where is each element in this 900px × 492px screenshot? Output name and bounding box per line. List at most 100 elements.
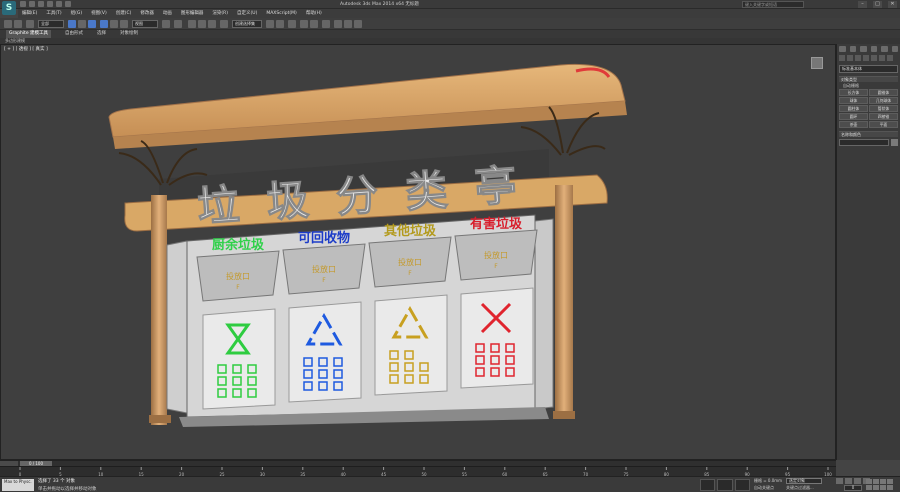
- named-selection-dropdown[interactable]: 创建选择集: [232, 20, 262, 28]
- menu-help[interactable]: 帮助(H): [306, 9, 322, 18]
- viewport-label[interactable]: [ + ] [ 透视 ] [ 真实 ]: [4, 46, 48, 52]
- tab-object-paint[interactable]: 对象绘制: [120, 30, 138, 38]
- pan-icon[interactable]: [873, 485, 879, 490]
- layer-icon[interactable]: [288, 20, 296, 28]
- menu-customize[interactable]: 自定义(U): [237, 9, 257, 18]
- menu-create[interactable]: 创建(C): [116, 9, 132, 18]
- prev-frame-icon[interactable]: [845, 478, 852, 484]
- move-icon[interactable]: [100, 20, 108, 28]
- cameras-icon[interactable]: [863, 55, 869, 61]
- go-start-icon[interactable]: [836, 478, 843, 484]
- menu-rendering[interactable]: 渲染(R): [212, 9, 228, 18]
- torus-button[interactable]: 圆环: [839, 113, 868, 120]
- object-name-field[interactable]: [839, 139, 889, 146]
- rotate-icon[interactable]: [110, 20, 118, 28]
- auto-key-button[interactable]: 自动关键点: [754, 485, 774, 491]
- box-button[interactable]: 长方体: [839, 89, 868, 96]
- zoom-all-icon[interactable]: [873, 479, 879, 484]
- set-key-dropdown[interactable]: 选定对象: [786, 478, 822, 484]
- spacewarps-icon[interactable]: [879, 55, 885, 61]
- menu-animation[interactable]: 动画: [163, 9, 172, 18]
- zoom-icon[interactable]: [866, 479, 872, 484]
- maximize-viewport-icon[interactable]: [887, 485, 893, 490]
- schematic-icon[interactable]: [310, 20, 318, 28]
- play-icon[interactable]: [854, 478, 861, 484]
- app-logo-button[interactable]: S: [2, 1, 16, 15]
- render-frame-icon[interactable]: [344, 20, 352, 28]
- menu-views[interactable]: 视图(V): [91, 9, 107, 18]
- quick-access-toolbar[interactable]: [20, 1, 71, 8]
- sphere-button[interactable]: 球体: [839, 97, 868, 104]
- zoom-extents-icon[interactable]: [880, 479, 886, 484]
- zoom-extents-all-icon[interactable]: [887, 479, 893, 484]
- orbit-icon[interactable]: [880, 485, 886, 490]
- menu-modifiers[interactable]: 修改器: [140, 9, 154, 18]
- menu-graph-editors[interactable]: 图形编辑器: [181, 9, 204, 18]
- key-filters-button[interactable]: 关键点过滤器...: [786, 485, 814, 491]
- pivot-icon[interactable]: [162, 20, 170, 28]
- render-setup-icon[interactable]: [334, 20, 342, 28]
- primitive-category-dropdown[interactable]: 标准基本体: [839, 65, 898, 73]
- menu-tools[interactable]: 工具(T): [46, 9, 61, 18]
- object-type-rollout[interactable]: 对象类型: [839, 76, 898, 82]
- viewcube-icon[interactable]: [811, 57, 823, 69]
- geometry-icon[interactable]: [839, 55, 845, 61]
- hierarchy-tab-icon[interactable]: [860, 46, 867, 52]
- menu-edit[interactable]: 编辑(E): [22, 9, 37, 18]
- rect-selection-icon[interactable]: [88, 20, 96, 28]
- geosphere-button[interactable]: 几何球体: [869, 97, 898, 104]
- tab-freeform[interactable]: 自由形式: [65, 30, 83, 38]
- modify-tab-icon[interactable]: [849, 46, 856, 52]
- snap-icon[interactable]: [188, 20, 196, 28]
- menu-maxscript[interactable]: MAXScript(M): [266, 9, 297, 18]
- track-bar[interactable]: 0 5 10 15 20 25 30 35 40 45 50 55 60 65 70 75 80 85 90 95 10…: [0, 466, 836, 477]
- edit-named-sel-icon[interactable]: [220, 20, 228, 28]
- menu-group[interactable]: 组(G): [71, 9, 83, 18]
- reference-coord-dropdown[interactable]: 视图: [132, 20, 158, 28]
- coordinate-fields[interactable]: [700, 479, 750, 491]
- undo-icon[interactable]: [4, 20, 12, 28]
- cone-button[interactable]: 圆锥体: [869, 89, 898, 96]
- tab-graphite[interactable]: Graphite 建模工具: [6, 30, 52, 38]
- bin-label: 有害垃圾: [470, 216, 523, 232]
- utilities-tab-icon[interactable]: [891, 46, 898, 52]
- display-tab-icon[interactable]: [881, 46, 888, 52]
- help-search-input[interactable]: 键入关键字或短语: [742, 1, 804, 8]
- percent-snap-icon[interactable]: [208, 20, 216, 28]
- selection-filter-dropdown[interactable]: 全部: [38, 20, 64, 28]
- name-color-rollout[interactable]: 名称和颜色: [839, 131, 898, 137]
- render-icon[interactable]: [354, 20, 362, 28]
- maxscript-listener[interactable]: Max to Physc.: [2, 479, 34, 491]
- fov-icon[interactable]: [866, 485, 872, 490]
- select-manipulate-icon[interactable]: [174, 20, 182, 28]
- teapot-button[interactable]: 茶壶: [839, 121, 868, 128]
- helpers-icon[interactable]: [871, 55, 877, 61]
- close-icon[interactable]: ✕: [888, 1, 897, 8]
- current-frame-field[interactable]: 0: [844, 485, 862, 491]
- scale-icon[interactable]: [120, 20, 128, 28]
- autogrid-checkbox[interactable]: 自动栅格: [839, 83, 898, 88]
- tab-selection[interactable]: 选择: [97, 30, 106, 38]
- mirror-icon[interactable]: [266, 20, 274, 28]
- material-editor-icon[interactable]: [322, 20, 330, 28]
- create-tab-icon[interactable]: [839, 46, 846, 52]
- object-color-swatch[interactable]: [891, 139, 898, 146]
- plane-button[interactable]: 平面: [869, 121, 898, 128]
- curve-editor-icon[interactable]: [300, 20, 308, 28]
- lights-icon[interactable]: [855, 55, 861, 61]
- perspective-viewport[interactable]: 垃圾分类亭 厨余垃圾 投放口 F 可回收物 投放口 F 其他垃圾 投放口 F 有害垃圾 投放口 F […: [0, 44, 836, 460]
- motion-tab-icon[interactable]: [870, 46, 877, 52]
- align-icon[interactable]: [276, 20, 284, 28]
- select-by-name-icon[interactable]: [78, 20, 86, 28]
- tube-button[interactable]: 管状体: [869, 105, 898, 112]
- cylinder-button[interactable]: 圆柱体: [839, 105, 868, 112]
- angle-snap-icon[interactable]: [198, 20, 206, 28]
- link-icon[interactable]: [26, 20, 34, 28]
- redo-icon[interactable]: [14, 20, 22, 28]
- maximize-icon[interactable]: □: [873, 1, 882, 8]
- pyramid-button[interactable]: 四棱锥: [869, 113, 898, 120]
- systems-icon[interactable]: [887, 55, 893, 61]
- select-object-icon[interactable]: [68, 20, 76, 28]
- shapes-icon[interactable]: [847, 55, 853, 61]
- minimize-icon[interactable]: –: [858, 1, 867, 8]
